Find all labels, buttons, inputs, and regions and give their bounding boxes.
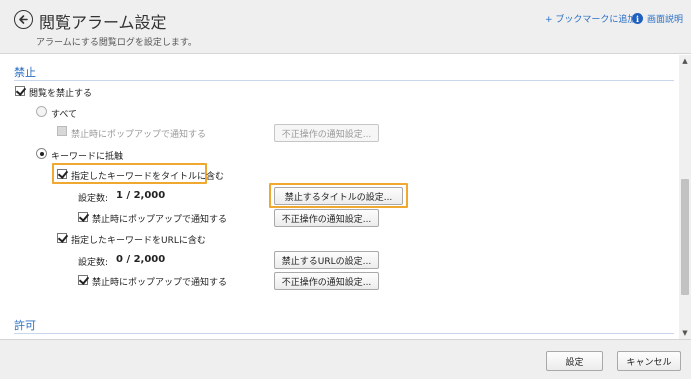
scrollbar-thumb[interactable] — [681, 179, 689, 295]
all-radio[interactable] — [36, 106, 47, 117]
section-divider — [14, 333, 674, 334]
title-popup-checkbox[interactable] — [78, 212, 88, 222]
url-count-label: 設定数: — [78, 258, 109, 268]
block-browsing-checkbox[interactable] — [15, 86, 25, 96]
vertical-scrollbar[interactable]: ▲ ▼ — [679, 55, 691, 339]
section-divider — [14, 80, 674, 81]
section-title-prohibit: 禁止 — [14, 66, 36, 79]
header: 閲覧アラーム設定 アラームにする閲覧ログを設定します。 + ブックマークに追加 … — [0, 0, 691, 54]
title-count-label: 設定数: — [78, 194, 109, 204]
section-title-allow: 許可 — [14, 319, 36, 332]
keyword-radio[interactable] — [36, 148, 47, 159]
page-subtitle: アラームにする閲覧ログを設定します。 — [36, 38, 197, 48]
block-browsing-label: 閲覧を禁止する — [29, 89, 93, 99]
help-link[interactable]: i 画面説明 — [632, 12, 683, 25]
back-arrow-icon — [19, 15, 28, 24]
url-count-value: 0 / 2,000 — [116, 254, 166, 265]
page-title: 閲覧アラーム設定 — [39, 13, 167, 32]
title-keyword-label: 指定したキーワードをタイトルに含む — [71, 172, 225, 182]
all-popup-label: 禁止時にポップアップで通知する — [71, 130, 207, 140]
title-popup-label: 禁止時にポップアップで通知する — [92, 215, 228, 225]
url-settings-button[interactable]: 禁止するURLの設定... — [274, 251, 379, 269]
url-popup-checkbox[interactable] — [78, 275, 88, 285]
title-count-value: 1 / 2,000 — [116, 190, 166, 201]
all-label: すべて — [51, 110, 78, 120]
footer: 設定 キャンセル — [0, 339, 691, 379]
title-keyword-checkbox[interactable] — [57, 169, 67, 179]
add-bookmark-link[interactable]: + ブックマークに追加 — [545, 12, 636, 25]
url-keyword-checkbox[interactable] — [57, 233, 67, 243]
dialog: 閲覧アラーム設定 アラームにする閲覧ログを設定します。 + ブックマークに追加 … — [0, 0, 691, 379]
cancel-button[interactable]: キャンセル — [617, 351, 681, 371]
url-popup-label: 禁止時にポップアップで通知する — [92, 278, 228, 288]
keyword-label: キーワードに抵触 — [51, 152, 124, 162]
ok-button[interactable]: 設定 — [546, 351, 603, 371]
settings-content: 禁止 閲覧を禁止する すべて 禁止時にポップアップで通知する 不正操作の通知設定… — [0, 55, 679, 339]
scroll-up-icon[interactable]: ▲ — [679, 55, 691, 67]
scroll-down-icon[interactable]: ▼ — [679, 327, 691, 339]
all-notify-settings-button[interactable]: 不正操作の通知設定... — [274, 124, 379, 142]
url-keyword-label: 指定したキーワードをURLに含む — [71, 236, 206, 246]
back-button[interactable] — [14, 10, 33, 29]
help-link-label: 画面説明 — [647, 15, 684, 25]
url-notify-settings-button[interactable]: 不正操作の通知設定... — [274, 272, 379, 290]
all-popup-checkbox[interactable] — [57, 126, 67, 136]
info-icon: i — [632, 13, 643, 24]
title-notify-settings-button[interactable]: 不正操作の通知設定... — [274, 209, 379, 227]
title-settings-button[interactable]: 禁止するタイトルの設定... — [274, 187, 403, 205]
